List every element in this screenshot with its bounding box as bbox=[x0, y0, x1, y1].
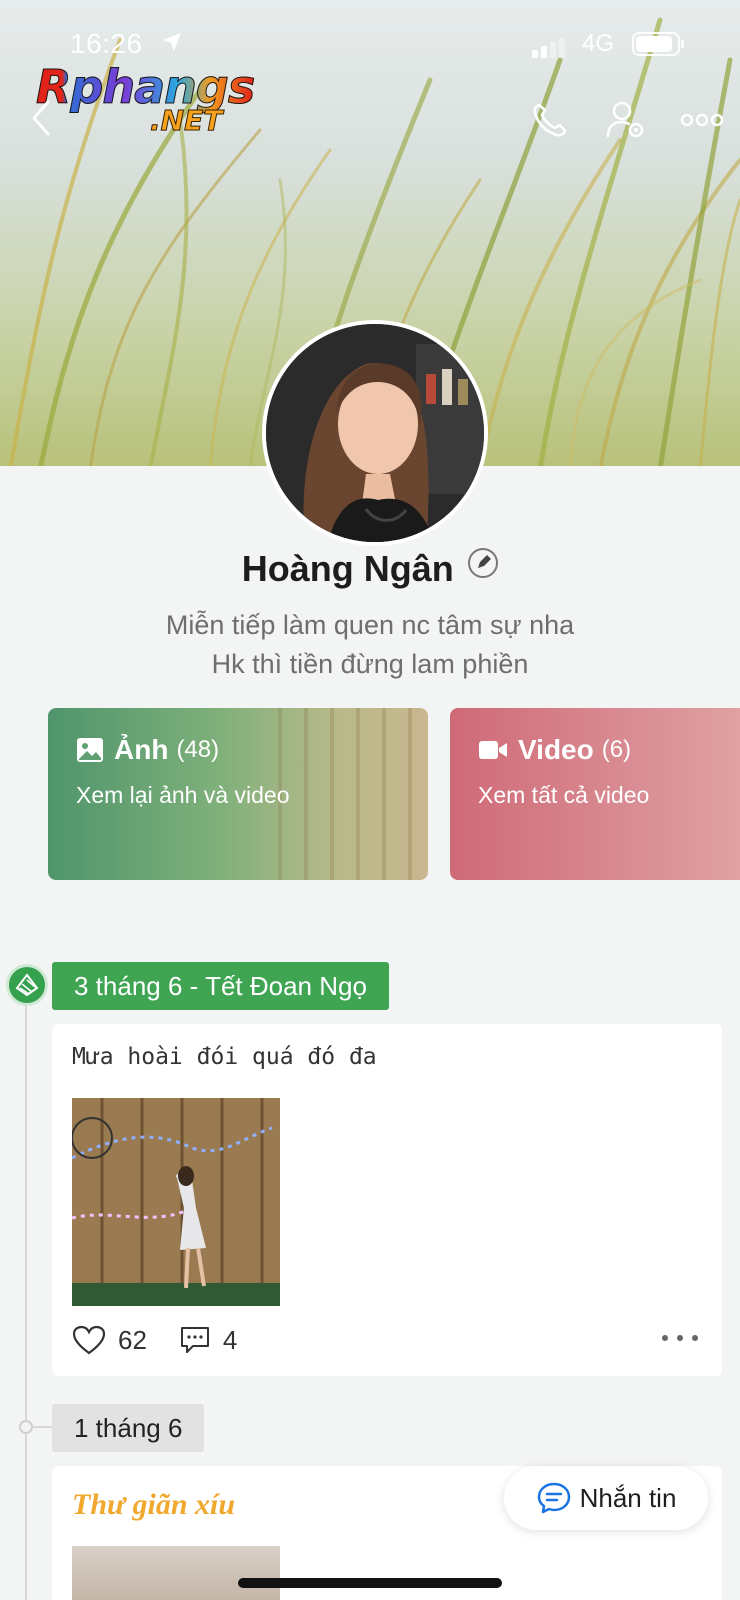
video-title: Video bbox=[518, 734, 594, 765]
user-gear-icon bbox=[606, 101, 644, 138]
timeline-post[interactable]: Mưa hoài đói quá đó đa 62 4 bbox=[52, 1024, 722, 1376]
post-reactions: 62 4 bbox=[72, 1320, 269, 1360]
video-count: (6) bbox=[601, 736, 632, 763]
comment-icon bbox=[180, 1327, 209, 1353]
photos-title-row: Ảnh (48) bbox=[76, 734, 219, 766]
bio-line-1: Miễn tiếp làm quen nc tâm sự nha bbox=[165, 610, 575, 640]
post-text: Mưa hoài đói quá đó đa bbox=[72, 1044, 377, 1070]
comment-button[interactable]: 4 bbox=[179, 1325, 237, 1356]
like-button[interactable]: 62 bbox=[72, 1325, 147, 1356]
back-button[interactable] bbox=[24, 96, 60, 140]
photos-subtitle: Xem lại ảnh và video bbox=[76, 782, 290, 808]
signal-icon bbox=[532, 38, 568, 58]
avatar-photo bbox=[266, 324, 484, 542]
post-image bbox=[72, 1098, 280, 1306]
post-photo[interactable] bbox=[72, 1546, 280, 1600]
watermark-domain: .NET bbox=[149, 104, 223, 138]
photos-album-card[interactable]: Ảnh (48) Xem lại ảnh và video bbox=[48, 708, 428, 880]
chat-bubble-icon bbox=[537, 1482, 570, 1514]
post-more-button[interactable] bbox=[662, 1328, 698, 1348]
video-title-row: Video (6) bbox=[478, 734, 631, 766]
status-bar: 16:26 4G bbox=[0, 24, 740, 64]
edit-pencil-icon[interactable] bbox=[468, 548, 499, 578]
more-options-button[interactable] bbox=[680, 96, 724, 144]
more-horizontal-icon bbox=[680, 113, 724, 127]
timeline-connector bbox=[33, 1426, 53, 1428]
avatar[interactable] bbox=[262, 320, 488, 546]
message-button-label: Nhắn tin bbox=[579, 1482, 677, 1513]
phone-icon bbox=[533, 103, 567, 137]
heart-icon bbox=[72, 1325, 106, 1355]
video-album-card[interactable]: Video (6) Xem tất cả video bbox=[450, 708, 740, 880]
call-button[interactable] bbox=[526, 96, 574, 144]
video-subtitle: Xem tất cả video bbox=[478, 782, 650, 808]
timeline-dot bbox=[19, 1420, 33, 1434]
festival-icon bbox=[6, 964, 48, 1006]
battery-icon bbox=[632, 32, 684, 56]
network-type: 4G bbox=[582, 30, 615, 57]
watermark-logo: Rphangs .NET bbox=[35, 60, 266, 140]
post-photo[interactable] bbox=[72, 1098, 280, 1306]
post-text: Thư giãn xíu bbox=[72, 1488, 236, 1521]
album-cover-thumbnail bbox=[278, 708, 428, 880]
profile-name-row: Hoàng Ngân bbox=[0, 548, 740, 590]
timeline-line bbox=[25, 1006, 27, 1600]
profile-settings-button[interactable] bbox=[602, 96, 650, 144]
image-icon bbox=[77, 738, 103, 762]
comment-count: 4 bbox=[222, 1324, 238, 1355]
video-camera-icon bbox=[479, 741, 507, 759]
chevron-left-icon bbox=[32, 100, 50, 136]
home-indicator[interactable] bbox=[238, 1578, 502, 1588]
status-time: 16:26 bbox=[70, 28, 143, 59]
location-arrow-icon bbox=[160, 30, 184, 61]
profile-name: Hoàng Ngân bbox=[241, 548, 454, 589]
bio-line-2: Hk thì tiền đừng lam phiền bbox=[211, 649, 529, 679]
message-button[interactable]: Nhắn tin bbox=[504, 1466, 708, 1530]
timeline-date-tag: 1 tháng 6 bbox=[52, 1404, 205, 1452]
photos-count: (48) bbox=[176, 736, 220, 763]
timeline-date-tag: 3 tháng 6 - Tết Đoan Ngọ bbox=[52, 962, 389, 1010]
like-count: 62 bbox=[118, 1324, 147, 1355]
profile-bio: Miễn tiếp làm quen nc tâm sự nha Hk thì … bbox=[0, 606, 740, 684]
photos-title: Ảnh bbox=[114, 734, 169, 765]
